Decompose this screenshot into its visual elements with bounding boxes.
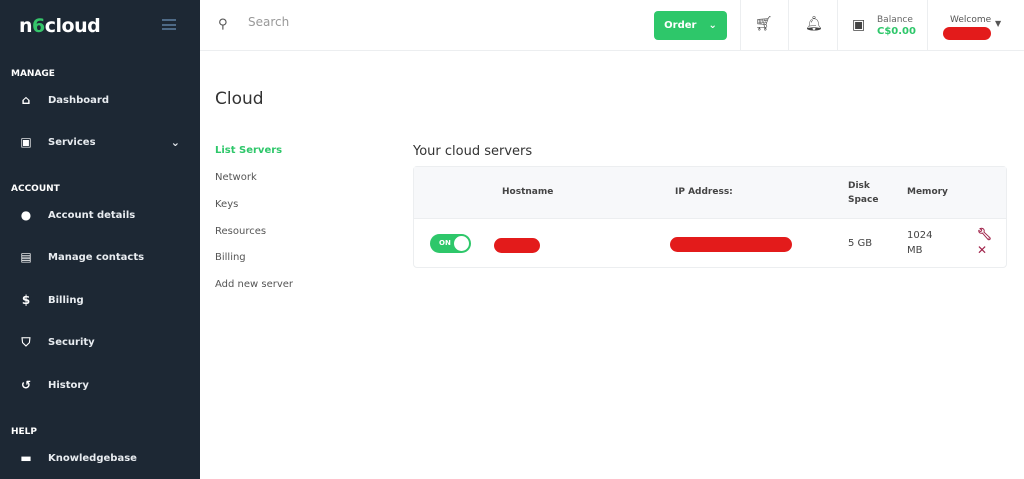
sidebar-item-label: Manage contacts	[48, 251, 145, 263]
divider	[837, 0, 838, 51]
submenu-resources[interactable]: Resources	[215, 226, 266, 237]
search-icon: ⚲	[218, 17, 228, 32]
dollar-icon: $	[21, 293, 31, 307]
redacted-hostname	[494, 238, 540, 253]
divider	[788, 0, 789, 51]
wallet-icon: ▣	[852, 17, 866, 33]
section-manage: MANAGE	[11, 69, 55, 79]
chevron-down-icon: ⌄	[170, 135, 180, 149]
user-icon: ●	[20, 208, 32, 222]
sidebar-item-services[interactable]: ▣ Services ⌄	[0, 127, 200, 157]
shield-icon: ⛉	[21, 334, 31, 349]
sidebar-item-label: Billing	[48, 294, 84, 306]
menu-toggle-icon[interactable]	[162, 19, 176, 30]
submenu-list-servers[interactable]: List Servers	[215, 145, 282, 156]
home-icon: ⌂	[21, 93, 31, 107]
balance-value: C$0.00	[877, 26, 916, 37]
divider	[927, 0, 928, 51]
sidebar-item-dashboard[interactable]: ⌂ Dashboard	[0, 85, 200, 115]
sidebar-item-knowledgebase[interactable]: ▬ Knowledgebase	[0, 443, 200, 473]
col-ip: IP Address:	[675, 187, 733, 197]
col-memory: Memory	[907, 187, 948, 197]
redacted-ip	[670, 237, 792, 252]
welcome-label[interactable]: Welcome	[950, 15, 991, 25]
memory-line: MB	[907, 245, 923, 256]
col-hostname: Hostname	[502, 187, 554, 197]
power-toggle[interactable]: ON	[430, 234, 471, 253]
logo[interactable]: n6cloud	[19, 15, 101, 37]
book-icon: ▬	[20, 451, 32, 465]
logo-text: n	[19, 15, 33, 37]
id-card-icon: ▣	[20, 135, 32, 149]
sidebar-item-security[interactable]: ⛉ Security	[0, 327, 200, 357]
history-icon: ↺	[20, 378, 32, 392]
submenu-keys[interactable]: Keys	[215, 199, 238, 210]
sidebar-item-manage-contacts[interactable]: ▤ Manage contacts	[0, 242, 200, 272]
logo-text: 6	[32, 15, 45, 37]
sidebar-item-label: Knowledgebase	[48, 452, 137, 464]
redacted-username	[943, 27, 991, 40]
submenu-add-new-server[interactable]: Add new server	[215, 279, 293, 290]
submenu-billing[interactable]: Billing	[215, 252, 246, 263]
contacts-icon: ▤	[20, 250, 32, 264]
col-disk: Disk Space	[848, 179, 878, 207]
topbar: ⚲ Order⌄ 🛒︎ 🔔︎ ▣ Balance C$0.00 Welcome …	[200, 0, 1024, 51]
disk-value: 5 GB	[848, 238, 873, 249]
chevron-down-icon: ⌄	[708, 20, 717, 31]
sidebar-item-billing[interactable]: $ Billing	[0, 285, 200, 315]
section-account: ACCOUNT	[11, 184, 60, 194]
sidebar-item-label: Services	[48, 136, 96, 148]
section-help: HELP	[11, 427, 38, 437]
bell-icon[interactable]: 🔔︎	[805, 16, 823, 32]
servers-table: Hostname IP Address: Disk Space Memory ON…	[413, 166, 1007, 268]
delete-icon[interactable]: ✕	[977, 243, 987, 257]
col-disk-line: Disk	[848, 181, 870, 191]
sidebar-item-label: History	[48, 379, 89, 391]
toggle-label: ON	[439, 239, 451, 247]
sidebar-item-account-details[interactable]: ● Account details	[0, 200, 200, 230]
logo-text: cloud	[44, 15, 101, 37]
sidebar-item-label: Dashboard	[48, 94, 109, 106]
sidebar-item-label: Security	[48, 336, 95, 348]
wrench-icon[interactable]: 🔧︎	[977, 227, 992, 241]
col-disk-line: Space	[848, 195, 879, 205]
submenu-network[interactable]: Network	[215, 172, 257, 183]
divider	[740, 0, 741, 51]
search-input[interactable]	[248, 15, 548, 29]
cart-icon[interactable]: 🛒︎	[755, 16, 773, 32]
sidebar-item-history[interactable]: ↺ History	[0, 370, 200, 400]
caret-down-icon[interactable]: ▼	[995, 19, 1001, 28]
sidebar-item-label: Account details	[48, 209, 136, 221]
servers-title: Your cloud servers	[413, 144, 533, 159]
page-title: Cloud	[215, 89, 264, 109]
order-label: Order	[664, 20, 697, 31]
memory-line: 1024	[907, 230, 933, 241]
order-button[interactable]: Order ⌄	[654, 11, 727, 40]
balance-label: Balance	[877, 15, 913, 25]
memory-value: 1024 MB	[907, 228, 932, 258]
sidebar: n6cloud MANAGE ⌂ Dashboard ▣ Services ⌄ ACC…	[0, 0, 200, 479]
